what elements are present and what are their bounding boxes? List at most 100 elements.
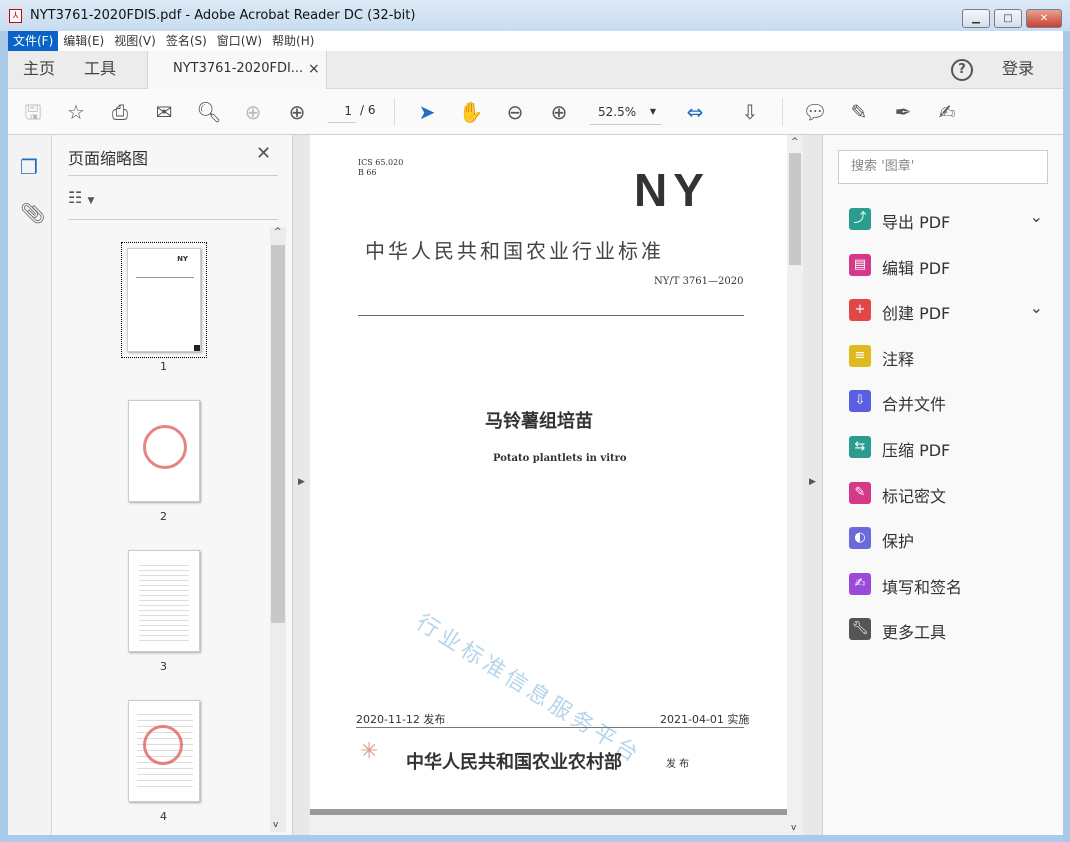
fit-page-icon[interactable]: ⇔ bbox=[682, 99, 708, 125]
page-number-input[interactable]: 1 bbox=[328, 101, 356, 123]
tool-label: 创建 PDF bbox=[882, 304, 951, 324]
publish-label: 发 布 bbox=[666, 759, 690, 770]
help-icon[interactable]: ? bbox=[951, 59, 973, 81]
tool-label: 导出 PDF bbox=[882, 213, 951, 232]
tool-label: 注释 bbox=[882, 349, 915, 369]
thumbnail-page-2[interactable] bbox=[128, 400, 200, 502]
toolbar: 🖫 ☆ ⎙ ✉ 🔍︎ ⊕ ⊕ 1 / 6 ➤ ✋ ⊖ ⊕ 52.5% ▼ ⇔ ⇩ … bbox=[8, 89, 1063, 135]
tool-icon: ⤴ bbox=[849, 208, 871, 230]
sign-icon[interactable]: ✒ bbox=[890, 99, 916, 125]
maximize-button[interactable]: □ bbox=[994, 9, 1022, 28]
zoom-out-icon[interactable]: ⊖ bbox=[502, 99, 528, 125]
ics-code: ICS 65.020 bbox=[358, 158, 404, 167]
tool-item[interactable]: ⤴ 导出 PDF ⌄ bbox=[845, 200, 1055, 240]
issue-date: 2020-11-12 发布 bbox=[356, 713, 446, 726]
acrobat-icon: ⅄ bbox=[9, 9, 22, 23]
tool-label: 填写和签名 bbox=[882, 577, 963, 597]
thumbnail-page-3[interactable] bbox=[128, 550, 200, 652]
classification-code: B 66 bbox=[358, 168, 377, 177]
print-icon[interactable]: ⎙ bbox=[107, 99, 133, 125]
highlight-icon[interactable]: ✎ bbox=[846, 99, 872, 125]
tools-search-input[interactable]: 搜索 '图章' bbox=[838, 150, 1048, 184]
title-bar: ⅄ NYT3761-2020FDIS.pdf - Adobe Acrobat R… bbox=[0, 0, 1070, 31]
tool-label: 保护 bbox=[882, 532, 915, 552]
menu-bar: 文件(F) 编辑(E) 视图(V) 签名(S) 窗口(W) 帮助(H) bbox=[8, 31, 1063, 51]
implementation-date: 2021-04-01 实施 bbox=[660, 713, 750, 726]
ministry-emblem-icon: ✳ bbox=[360, 739, 379, 764]
tool-item[interactable]: ▤ 编辑 PDF bbox=[845, 246, 1055, 286]
menu-file[interactable]: 文件(F) bbox=[8, 31, 59, 51]
next-page-icon[interactable]: ⊕ bbox=[284, 99, 310, 125]
document-title-cn: 马铃薯组培苗 bbox=[485, 411, 593, 432]
menu-sign[interactable]: 签名(S) bbox=[161, 31, 212, 51]
chevron-down-icon[interactable]: ⌄ bbox=[1030, 207, 1043, 226]
panel-title: 页面缩略图 bbox=[68, 149, 149, 168]
menu-window[interactable]: 窗口(W) bbox=[212, 31, 267, 51]
menu-help[interactable]: 帮助(H) bbox=[267, 31, 319, 51]
zoom-in-icon[interactable]: ⊕ bbox=[546, 99, 572, 125]
tab-home[interactable]: 主页 bbox=[23, 51, 55, 89]
tool-icon: ⇆ bbox=[849, 436, 871, 458]
document-page: ICS 65.020 B 66 NY 中华人民共和国农业行业标准 NY/T 37… bbox=[310, 135, 787, 835]
tool-icon: + bbox=[849, 299, 871, 322]
tool-label: 标记密文 bbox=[882, 486, 947, 506]
tab-bar: 主页 工具 NYT3761-2020FDI... × ? 登录 bbox=[8, 51, 1063, 89]
zoom-select[interactable]: 52.5% ▼ bbox=[590, 101, 662, 125]
thumbnail-page-4[interactable] bbox=[128, 700, 200, 802]
tab-document[interactable]: NYT3761-2020FDI... × bbox=[147, 51, 327, 89]
document-scrollbar[interactable]: ^ v bbox=[787, 135, 803, 835]
thumbnail-label: 1 bbox=[160, 360, 167, 373]
left-rail: ❐ 📎︎ bbox=[8, 135, 52, 835]
page-total: / 6 bbox=[360, 103, 376, 117]
email-icon[interactable]: ✉ bbox=[151, 99, 177, 125]
menu-edit[interactable]: 编辑(E) bbox=[58, 31, 109, 51]
standard-org-title: 中华人民共和国农业行业标准 bbox=[365, 239, 664, 263]
tool-item[interactable]: + 创建 PDF ⌄ bbox=[845, 291, 1055, 331]
tool-item[interactable]: ≡ 注释 bbox=[845, 337, 1055, 377]
tool-label: 合并文件 bbox=[882, 395, 947, 415]
tool-item[interactable]: ✍ 填写和签名 bbox=[845, 565, 1055, 605]
publisher: 中华人民共和国农业农村部 bbox=[406, 752, 622, 773]
tool-item[interactable]: ⇆ 压缩 PDF bbox=[845, 428, 1055, 468]
close-tab-button[interactable]: × bbox=[308, 51, 320, 87]
thumbnail-label: 2 bbox=[160, 510, 167, 523]
minimize-button[interactable]: ▁ bbox=[962, 9, 990, 28]
thumbnail-page-1[interactable]: NY bbox=[121, 242, 207, 358]
hand-tool-icon[interactable]: ✋ bbox=[458, 99, 484, 125]
tool-label: 更多工具 bbox=[882, 623, 947, 643]
thumbnails-panel: 页面缩略图 ✕ ☷ ▼ ^ v NY 1 2 3 4 bbox=[52, 135, 292, 835]
collapse-right-pane[interactable]: ▶ bbox=[803, 135, 823, 835]
scroll-mode-icon[interactable]: ⇩ bbox=[737, 99, 763, 125]
attachments-icon[interactable]: 📎︎ bbox=[20, 201, 45, 225]
chevron-down-icon[interactable]: ⌄ bbox=[1030, 298, 1043, 317]
thumbnail-scrollbar[interactable]: ^ v bbox=[270, 227, 286, 832]
standard-number: NY/T 3761—2020 bbox=[654, 276, 744, 287]
tool-icon: ✎ bbox=[849, 481, 871, 504]
tool-item[interactable]: ✎ 标记密文 bbox=[845, 474, 1055, 514]
tools-pane: 搜索 '图章' ⤴ 导出 PDF ⌄ ▤ 编辑 PDF + 创建 PDF ⌄ ≡ 注释 ⇩ 合并文件 ⇆… bbox=[823, 135, 1063, 835]
collapse-left-pane[interactable]: ▶ bbox=[292, 135, 310, 835]
tool-label: 压缩 PDF bbox=[882, 441, 951, 460]
close-panel-button[interactable]: ✕ bbox=[256, 143, 271, 164]
close-window-button[interactable]: ✕ bbox=[1026, 9, 1062, 28]
thumbnail-label: 4 bbox=[160, 810, 167, 823]
login-button[interactable]: 登录 bbox=[1002, 51, 1034, 89]
bookmark-star-icon[interactable]: ☆ bbox=[63, 99, 89, 125]
fill-sign-icon[interactable]: ✍ bbox=[934, 99, 960, 125]
select-cursor-icon[interactable]: ➤ bbox=[414, 99, 440, 125]
tool-icon: 🔧︎ bbox=[849, 618, 871, 641]
ny-logo: NY bbox=[634, 164, 710, 216]
previous-page-icon[interactable]: ⊕ bbox=[240, 99, 266, 125]
page-thumbnails-icon[interactable]: ❐ bbox=[20, 155, 38, 179]
tool-item[interactable]: ◐ 保护 bbox=[845, 519, 1055, 559]
comment-icon[interactable]: 💬︎ bbox=[802, 99, 828, 125]
tool-item[interactable]: 🔧︎ 更多工具 bbox=[845, 610, 1055, 650]
search-icon[interactable]: 🔍︎ bbox=[196, 99, 222, 125]
thumbnail-options-icon[interactable]: ☷ ▼ bbox=[68, 188, 94, 207]
tool-item[interactable]: ⇩ 合并文件 bbox=[845, 382, 1055, 422]
menu-view[interactable]: 视图(V) bbox=[109, 31, 161, 51]
tool-icon: ⇩ bbox=[849, 390, 871, 413]
tab-tools[interactable]: 工具 bbox=[84, 51, 116, 89]
zoom-value: 52.5% bbox=[598, 105, 637, 119]
save-icon[interactable]: 🖫 bbox=[20, 99, 46, 125]
